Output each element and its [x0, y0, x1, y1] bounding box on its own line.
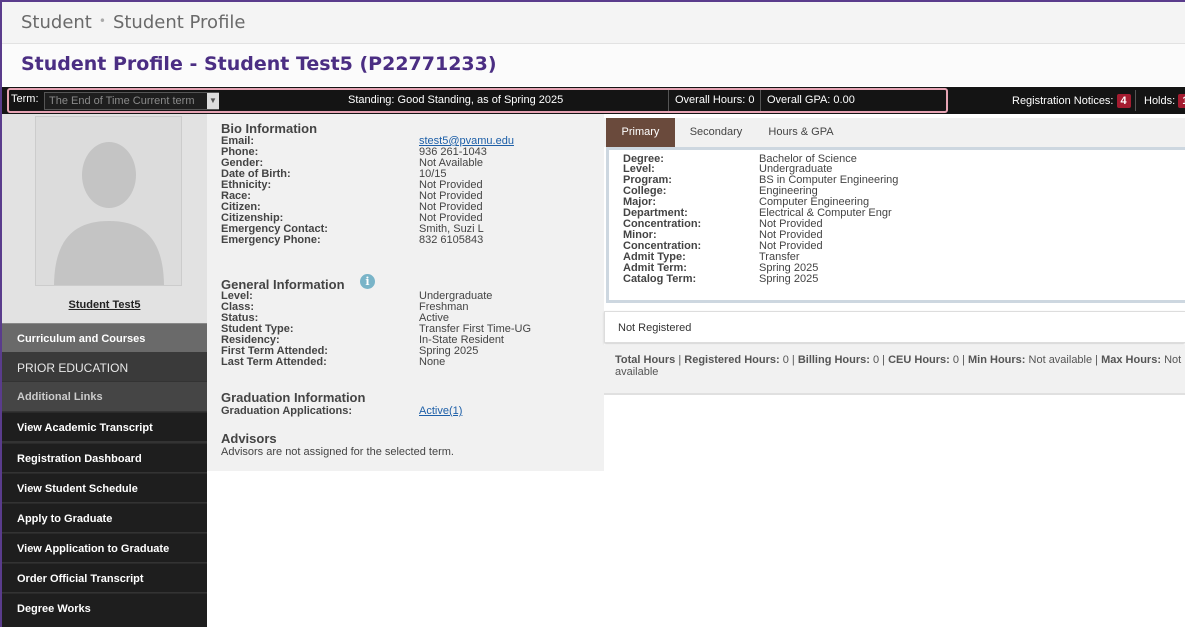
sidebar-link-view-application[interactable]: View Application to Graduate	[2, 533, 207, 562]
tab-secondary[interactable]: Secondary	[676, 118, 756, 147]
registration-notices-label: Registration Notices:	[1012, 95, 1114, 107]
billing-hours-value: 0	[872, 354, 880, 366]
min-hours-value: Not available	[1028, 354, 1093, 366]
divider	[668, 90, 669, 111]
bio-panel: Bio Information Email: stest5@pvamu.edu …	[207, 114, 604, 471]
registration-notices[interactable]: Registration Notices: 4	[1012, 94, 1131, 108]
chevron-down-icon[interactable]: ▼	[207, 93, 219, 109]
avatar	[35, 116, 182, 286]
registered-hours-label: Registered Hours:	[684, 354, 780, 366]
divider	[760, 90, 761, 111]
tab-hours-gpa[interactable]: Hours & GPA	[760, 118, 842, 147]
holds[interactable]: Holds:1	[1144, 94, 1185, 108]
breadcrumb-separator: •	[98, 14, 106, 28]
general-value: None	[419, 356, 446, 368]
sidebar-additional-links-header: Additional Links	[2, 382, 207, 411]
registration-status-box: Not Registered	[604, 311, 1185, 343]
min-hours-label: Min Hours:	[968, 354, 1026, 366]
sidebar-link-apply-to-graduate[interactable]: Apply to Graduate	[2, 503, 207, 532]
primary-label: Catalog Term:	[623, 273, 697, 285]
tab-bar: Primary Secondary Hours & GPA	[604, 118, 1185, 147]
primary-panel: Degree: Bachelor of Science Level: Under…	[606, 147, 1185, 303]
holds-label: Holds:	[1144, 95, 1176, 107]
graduation-title: Graduation Information	[221, 390, 366, 405]
breadcrumb-current: Student Profile	[112, 12, 246, 33]
info-icon[interactable]: i	[360, 274, 375, 289]
overall-hours: Overall Hours: 0	[675, 94, 755, 106]
graduation-applications-link[interactable]: Active(1)	[419, 406, 462, 417]
sidebar-link-official-transcript[interactable]: Order Official Transcript	[2, 563, 207, 592]
hours-summary: Total Hours | Registered Hours: 0 | Bill…	[604, 345, 1185, 395]
term-bar: Term: The End of Time Current term ▼ Sta…	[2, 87, 1185, 114]
registration-notices-badge[interactable]: 4	[1116, 94, 1131, 108]
sidebar-item-prior-education[interactable]: PRIOR EDUCATION	[2, 352, 207, 381]
max-hours-label: Max Hours:	[1101, 354, 1161, 366]
photo-area: Student Test5	[2, 114, 207, 323]
graduation-label: Graduation Applications:	[221, 405, 352, 417]
total-hours-label: Total Hours	[615, 354, 676, 366]
breadcrumb-root[interactable]: Student	[21, 12, 92, 33]
student-name-link[interactable]: Student Test5	[2, 299, 207, 311]
tab-primary[interactable]: Primary	[606, 118, 675, 147]
divider	[1135, 90, 1136, 111]
advisors-title: Advisors	[221, 431, 277, 446]
primary-value: Spring 2025	[759, 273, 819, 285]
breadcrumb: Student • Student Profile	[2, 2, 1185, 44]
overall-gpa: Overall GPA: 0.00	[767, 94, 855, 106]
bio-value: 832 6105843	[419, 234, 484, 246]
billing-hours-label: Billing Hours:	[797, 354, 870, 366]
registration-status: Not Registered	[618, 322, 692, 334]
sidebar-item-curriculum[interactable]: Curriculum and Courses	[2, 323, 207, 352]
ceu-hours-value: 0	[952, 354, 960, 366]
sidebar-link-academic-transcript[interactable]: View Academic Transcript	[2, 412, 207, 441]
term-select[interactable]: The End of Time Current term	[44, 92, 219, 110]
general-label: Last Term Attended:	[221, 356, 327, 368]
registered-hours-value: 0	[782, 354, 789, 366]
advisors-text: Advisors are not assigned for the select…	[221, 446, 454, 458]
bio-title: Bio Information	[221, 121, 318, 136]
sidebar-link-registration-dashboard[interactable]: Registration Dashboard	[2, 443, 207, 472]
holds-badge[interactable]: 1	[1178, 94, 1185, 108]
sidebar: Student Test5 Curriculum and Courses PRI…	[2, 114, 207, 627]
standing-status: Standing: Good Standing, as of Spring 20…	[348, 94, 564, 106]
ceu-hours-label: CEU Hours:	[888, 354, 950, 366]
bio-label: Emergency Phone:	[221, 234, 321, 246]
sidebar-link-degree-works[interactable]: Degree Works	[2, 593, 207, 627]
page-title: Student Profile - Student Test5 (P227712…	[2, 44, 1185, 86]
term-label: Term:	[11, 93, 39, 105]
avatar-silhouette-icon	[36, 117, 181, 285]
sidebar-link-student-schedule[interactable]: View Student Schedule	[2, 473, 207, 502]
